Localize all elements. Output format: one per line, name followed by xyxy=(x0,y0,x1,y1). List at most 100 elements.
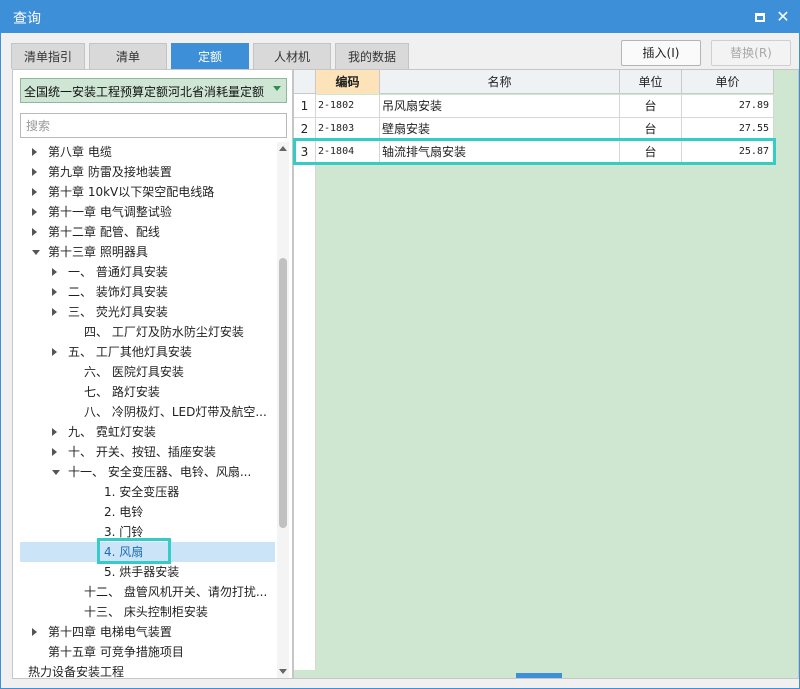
quota-tree-panel: 全国统一安装工程预算定额河北省消耗量定额( 第八章 电缆第九章 防雷及接地装置第… xyxy=(12,69,293,679)
header-price[interactable]: 单价 xyxy=(682,70,774,94)
cell-price[interactable]: 27.89 xyxy=(682,95,774,118)
chevron-right-icon[interactable] xyxy=(52,348,57,356)
tree-item[interactable]: 第十章 10kV以下架空配电线路 xyxy=(20,182,275,202)
tree-item[interactable]: 第十四章 电梯电气装置 xyxy=(20,622,275,642)
cell-code[interactable]: 2-1803 xyxy=(316,118,380,141)
table-row[interactable]: 1 2-1802 吊风扇安装台 27.89 xyxy=(294,95,774,118)
tree-item-label: 五、 工厂其他灯具安装 xyxy=(68,345,192,359)
chevron-right-icon[interactable] xyxy=(52,448,57,456)
scroll-up-icon[interactable] xyxy=(279,146,287,151)
tree-item-label: 第八章 电缆 xyxy=(48,145,112,159)
chevron-down-icon[interactable] xyxy=(52,470,60,475)
tree-item[interactable]: 1. 安全变压器 xyxy=(20,482,275,502)
tree-item[interactable]: 九、 霓虹灯安装 xyxy=(20,422,275,442)
tree-item[interactable]: 第十三章 照明器具 xyxy=(20,242,275,262)
header-code[interactable]: 编码 xyxy=(316,70,380,94)
tree-item[interactable]: 十二、 盘管风机开关、请勿打扰... xyxy=(20,582,275,602)
tree-item-label: 九、 霓虹灯安装 xyxy=(68,425,156,439)
table-row[interactable]: 2 2-1803 壁扇安装台 27.55 xyxy=(294,118,774,141)
tab-bill-guide[interactable]: 清单指引 xyxy=(11,43,85,69)
chevron-down-icon[interactable] xyxy=(273,86,281,91)
tab-materials[interactable]: 人材机 xyxy=(253,43,331,69)
tab-my-data[interactable]: 我的数据 xyxy=(335,43,409,69)
tree-scrollbar[interactable] xyxy=(277,142,289,678)
tree-item[interactable]: 六、 医院灯具安装 xyxy=(20,362,275,382)
search-input[interactable] xyxy=(20,113,287,138)
tree-item[interactable]: 一、 普通灯具安装 xyxy=(20,262,275,282)
tree-item[interactable]: 第十五章 可竞争措施项目 xyxy=(20,642,275,662)
cell-code[interactable]: 2-1804 xyxy=(316,141,380,164)
cell-name[interactable]: 轴流排气扇安装 xyxy=(380,141,620,164)
tree-item[interactable]: 十三、 床头控制柜安装 xyxy=(20,602,275,622)
tree-item[interactable]: 第十二章 配管、配线 xyxy=(20,222,275,242)
cell-unit[interactable]: 台 xyxy=(620,95,682,118)
tree-item-label: 二、 装饰灯具安装 xyxy=(68,285,168,299)
chevron-right-icon[interactable] xyxy=(52,308,57,316)
tree-item[interactable]: 第八章 电缆 xyxy=(20,142,275,162)
tree-item[interactable]: 十、 开关、按钮、插座安装 xyxy=(20,442,275,462)
tree-item[interactable]: 十一、 安全变压器、电铃、风扇... xyxy=(20,462,275,482)
title-bar[interactable]: 查询 ✕ xyxy=(1,1,799,33)
cell-unit[interactable]: 台 xyxy=(620,141,682,164)
scroll-down-icon[interactable] xyxy=(279,669,287,674)
tree-item-label: 第十章 10kV以下架空配电线路 xyxy=(48,185,215,199)
grid-header: 编码 名称 单位 单价 xyxy=(294,70,774,94)
replace-button[interactable]: 替换(R) xyxy=(711,40,791,66)
chevron-right-icon[interactable] xyxy=(32,168,37,176)
quota-grid: 编码 名称 单位 单价 1 2-1802 吊风扇安装台 27.89 2 2-1803 壁扇安… xyxy=(293,69,799,679)
quota-library-select[interactable]: 全国统一安装工程预算定额河北省消耗量定额( xyxy=(20,78,287,103)
tree-item[interactable]: 七、 路灯安装 xyxy=(20,382,275,402)
corner-cell xyxy=(294,70,316,94)
tree-item-label: 第九章 防雷及接地装置 xyxy=(48,165,172,179)
cell-code[interactable]: 2-1802 xyxy=(316,95,380,118)
tree-item[interactable]: 三、 荧光灯具安装 xyxy=(20,302,275,322)
chevron-right-icon[interactable] xyxy=(52,288,57,296)
tree-item-label: 4. 风扇 xyxy=(104,545,144,559)
tab-quota[interactable]: 定额 xyxy=(171,43,249,69)
chevron-down-icon[interactable] xyxy=(32,250,40,255)
tree-item[interactable]: 3. 门铃 xyxy=(20,522,275,542)
chevron-right-icon[interactable] xyxy=(32,148,37,156)
chevron-right-icon[interactable] xyxy=(52,428,57,436)
chevron-right-icon[interactable] xyxy=(32,228,37,236)
cell-price[interactable]: 27.55 xyxy=(682,118,774,141)
close-button[interactable]: ✕ xyxy=(772,6,794,28)
row-number[interactable]: 2 xyxy=(294,118,316,141)
cell-name[interactable]: 吊风扇安装 xyxy=(380,95,620,118)
tree-item-label: 七、 路灯安装 xyxy=(84,385,160,399)
chevron-right-icon[interactable] xyxy=(32,188,37,196)
tab-bill[interactable]: 清单 xyxy=(89,43,167,69)
cell-name[interactable]: 壁扇安装 xyxy=(380,118,620,141)
insert-button[interactable]: 插入(I) xyxy=(621,40,701,66)
header-unit[interactable]: 单位 xyxy=(620,70,682,94)
tree-item-label: 十一、 安全变压器、电铃、风扇... xyxy=(68,465,252,479)
scroll-thumb[interactable] xyxy=(279,258,287,528)
table-row[interactable]: 3 2-1804 轴流排气扇安装台 25.87 xyxy=(294,141,774,164)
tree-item[interactable]: 二、 装饰灯具安装 xyxy=(20,282,275,302)
chevron-right-icon[interactable] xyxy=(32,628,37,636)
close-icon: ✕ xyxy=(776,7,790,26)
tree-item[interactable]: 第十一章 电气调整试验 xyxy=(20,202,275,222)
tree-item-label: 六、 医院灯具安装 xyxy=(84,365,184,379)
tree-item-label: 一、 普通灯具安装 xyxy=(68,265,168,279)
tree-item-label: 2. 电铃 xyxy=(104,505,144,519)
row-number[interactable]: 3 xyxy=(294,141,316,164)
tree-item[interactable]: 第九章 防雷及接地装置 xyxy=(20,162,275,182)
maximize-button[interactable] xyxy=(749,6,771,28)
tree-item[interactable]: 五、 工厂其他灯具安装 xyxy=(20,342,275,362)
tree-item[interactable]: 4. 风扇 xyxy=(20,542,275,562)
tree-item-label: 八、 冷阴极灯、LED灯带及航空... xyxy=(84,405,267,419)
chevron-right-icon[interactable] xyxy=(32,208,37,216)
chevron-right-icon[interactable] xyxy=(52,268,57,276)
header-name[interactable]: 名称 xyxy=(380,70,620,94)
tree-item[interactable]: 四、 工厂灯及防水防尘灯安装 xyxy=(20,322,275,342)
cell-unit[interactable]: 台 xyxy=(620,118,682,141)
maximize-icon xyxy=(755,13,765,22)
grid-bottom-handle[interactable] xyxy=(516,673,562,678)
tree-item[interactable]: 八、 冷阴极灯、LED灯带及航空... xyxy=(20,402,275,422)
tree-item[interactable]: 5. 烘手器安装 xyxy=(20,562,275,582)
tree-item[interactable]: 热力设备安装工程 xyxy=(20,662,275,678)
tree-item[interactable]: 2. 电铃 xyxy=(20,502,275,522)
cell-price[interactable]: 25.87 xyxy=(682,141,774,164)
row-number[interactable]: 1 xyxy=(294,95,316,118)
